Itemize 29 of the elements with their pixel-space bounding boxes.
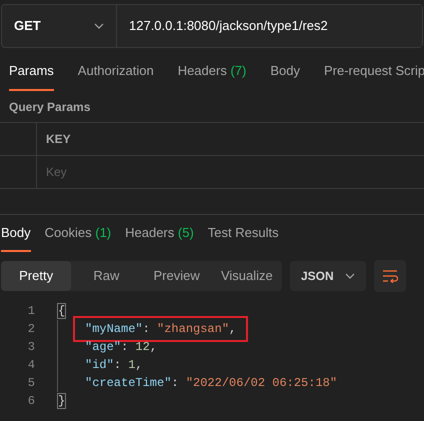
line-number: 2 [26, 321, 36, 338]
tab[interactable]: Authorization [78, 57, 154, 90]
tab[interactable]: Body [270, 57, 300, 90]
tab[interactable]: Body [1, 218, 31, 252]
format-dropdown[interactable]: JSON [290, 261, 366, 291]
code-line: "id": 1, [85, 357, 143, 374]
section-title: Query Params [8, 98, 92, 116]
line-number: 3 [26, 339, 36, 356]
chevron-down-icon [345, 273, 355, 279]
view-mode-tab[interactable]: Pretty [1, 261, 72, 291]
code-line: "age": 12, [85, 339, 158, 356]
key-field[interactable]: Key [37, 156, 424, 188]
tab[interactable]: Headers (7) [178, 57, 246, 90]
code-line: "createTime": "2022/06/02 06:25:18" [85, 375, 338, 392]
line-number: 5 [26, 375, 36, 392]
line-number: 6 [26, 393, 36, 410]
wrap-lines-icon [382, 269, 398, 283]
tab[interactable]: Params [9, 57, 54, 90]
wrap-button[interactable] [374, 260, 406, 292]
tab[interactable]: Headers (5) [125, 218, 194, 252]
tab[interactable]: Cookies (1) [44, 218, 112, 252]
view-mode-tab[interactable]: Raw [71, 261, 142, 291]
tab[interactable]: Test Results [208, 218, 279, 252]
line-number: 4 [26, 357, 36, 374]
line-number: 1 [26, 303, 36, 320]
view-mode-tab[interactable]: Preview [142, 261, 212, 291]
chevron-down-icon [94, 23, 104, 29]
column-header: KEY [45, 130, 71, 148]
view-mode-tab[interactable]: Visualize [212, 261, 282, 291]
